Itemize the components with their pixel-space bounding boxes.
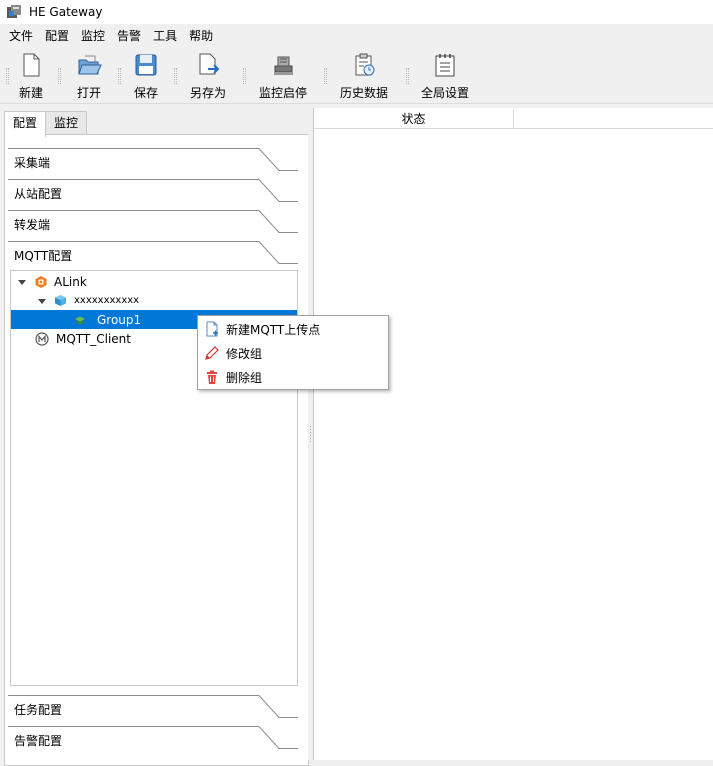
device-cube-icon [55,295,66,306]
section-collector[interactable]: 采集端 [4,148,298,179]
menu-modify-group[interactable]: 修改组 [198,341,388,365]
save-disk-icon [135,54,157,76]
menu-new-mqtt-point[interactable]: 新建MQTT上传点 [198,317,388,341]
history-data-button-label: 历史数据 [340,86,389,100]
title-bar: HE Gateway [0,0,713,24]
new-file-icon [23,53,40,77]
menu-tools[interactable]: 工具 [147,26,183,47]
group-layers-icon [75,316,85,324]
toolbar: 新建 打开 保存 另存为 监控启停 历史数据 全局设置 [0,48,713,104]
toolbar-separator [6,68,9,84]
status-panel: 状态 [313,108,713,760]
trash-icon [207,370,217,384]
tree-node-device-label: xxxxxxxxxxx [74,295,140,306]
monitor-toggle-button[interactable]: 监控启停 [259,52,307,102]
section-forward[interactable]: 转发端 [4,210,298,241]
save-as-icon [199,53,220,75]
toolbar-separator [174,68,177,84]
menu-modify-group-label: 修改组 [226,346,263,361]
app-icon [7,5,21,18]
monitor-toggle-button-label: 监控启停 [259,86,308,100]
global-settings-button-label: 全局设置 [421,86,470,100]
status-column-header[interactable]: 状态 [314,110,514,129]
section-forward-label: 转发端 [14,218,51,232]
alink-icon [35,275,47,288]
context-menu: 新建MQTT上传点 修改组 删除组 [197,315,389,390]
window-title: HE Gateway [29,5,103,19]
history-data-icon [355,53,375,76]
menu-alarm[interactable]: 告警 [111,26,147,47]
save-button[interactable]: 保存 [133,52,159,102]
toolbar-separator [118,68,121,84]
empty-column-header [514,110,713,129]
section-slave[interactable]: 从站配置 [4,179,298,210]
section-task[interactable]: 任务配置 [4,695,298,726]
expand-arrow-icon[interactable] [17,277,27,287]
tree-node-mqtt-client-label: MQTT_Client [56,331,131,346]
tab-config[interactable]: 配置 [4,111,47,137]
menu-help[interactable]: 帮助 [183,26,219,47]
new-button-label: 新建 [18,86,43,100]
edit-pencil-icon [205,346,219,360]
section-slave-label: 从站配置 [14,187,63,201]
monitor-toggle-icon [274,56,293,75]
save-as-button[interactable]: 另存为 [190,52,226,102]
section-collector-label: 采集端 [14,156,51,170]
tree-node-mqtt-client[interactable]: MQTT_Client [35,329,131,348]
global-settings-button[interactable]: 全局设置 [421,52,469,102]
toolbar-separator [406,68,409,84]
menu-delete-group[interactable]: 删除组 [198,365,388,389]
history-data-button[interactable]: 历史数据 [340,52,388,102]
expand-arrow-icon[interactable] [37,296,47,306]
section-alarm-label: 告警配置 [14,734,63,748]
mqtt-client-icon [35,331,49,346]
global-settings-icon [435,54,455,77]
save-button-label: 保存 [133,86,158,100]
new-point-icon [206,321,218,337]
tree-node-group1-label: Group1 [97,312,142,327]
menu-bar: 文件 配置 监控 告警 工具 帮助 [0,26,713,47]
left-tabs: 配置 监控 [4,111,88,137]
menu-monitor[interactable]: 监控 [75,26,111,47]
menu-config[interactable]: 配置 [39,26,75,47]
toolbar-separator [243,68,246,84]
section-task-label: 任务配置 [14,703,63,717]
folder-open-icon [78,55,102,75]
menu-file[interactable]: 文件 [0,26,39,47]
toolbar-separator [324,68,327,84]
open-button[interactable]: 打开 [76,52,102,102]
open-button-label: 打开 [76,86,101,100]
section-mqtt[interactable]: MQTT配置 [4,241,298,272]
section-mqtt-label: MQTT配置 [14,249,73,263]
tree-node-alink-label: ALink [54,274,87,289]
menu-delete-group-label: 删除组 [226,370,263,385]
save-as-button-label: 另存为 [190,86,227,100]
new-button[interactable]: 新建 [18,52,44,102]
tree-node-device[interactable]: xxxxxxxxxxx [37,291,139,310]
section-alarm[interactable]: 告警配置 [4,726,298,757]
toolbar-separator [58,68,61,84]
tree-node-alink[interactable]: ALink [17,272,87,291]
tab-monitor[interactable]: 监控 [45,111,88,135]
menu-new-mqtt-point-label: 新建MQTT上传点 [226,322,321,337]
